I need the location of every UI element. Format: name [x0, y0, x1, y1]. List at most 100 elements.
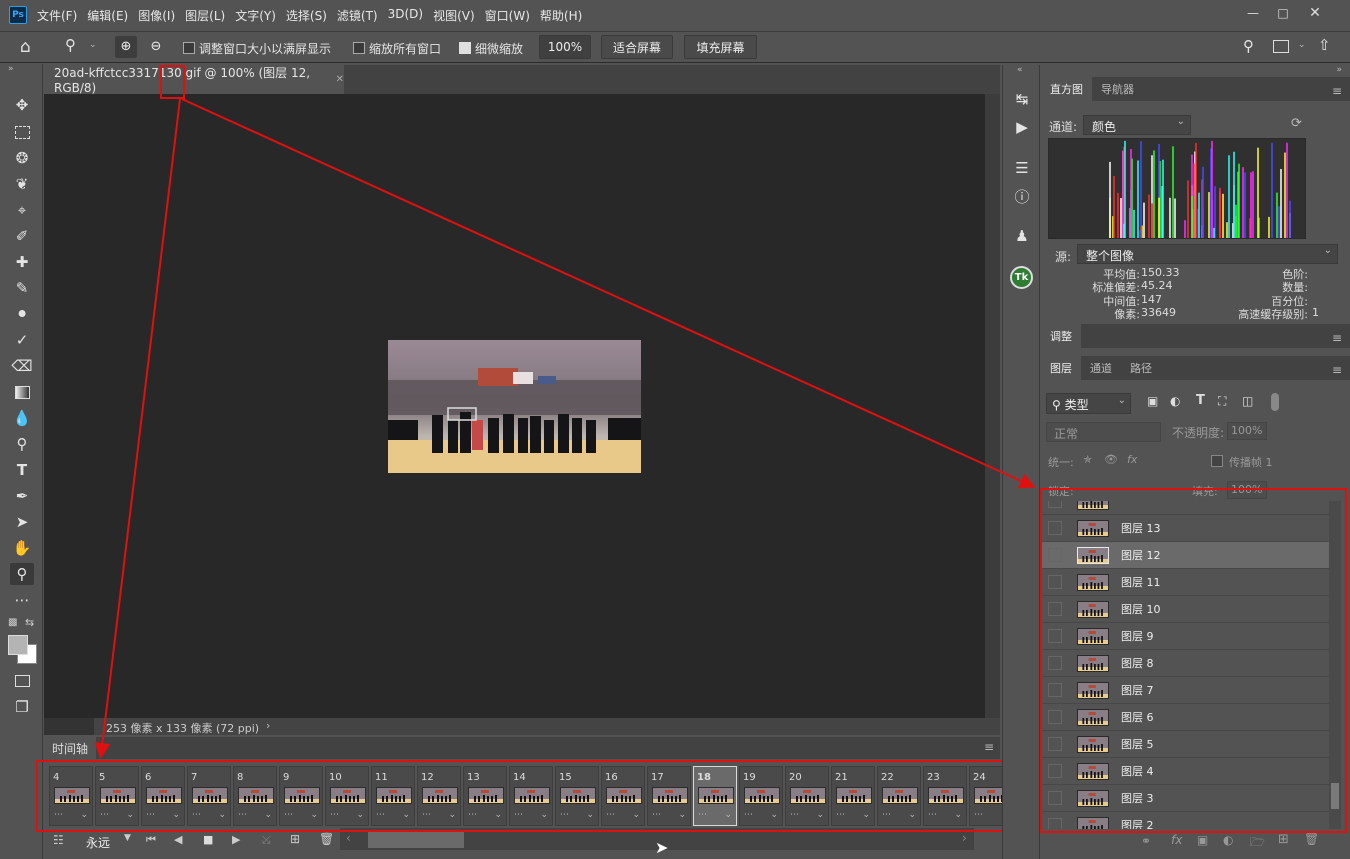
collapse-icon[interactable]: » [1336, 65, 1342, 75]
tab-paths[interactable]: 路径 [1121, 356, 1161, 380]
menu-item[interactable]: 帮助(H) [540, 7, 582, 24]
menu-item[interactable]: 图像(I) [138, 7, 175, 24]
chevron-right-icon[interactable]: › [962, 831, 967, 845]
chevron-left-icon[interactable]: ‹ [346, 831, 351, 845]
link-layers-icon[interactable]: ⚭ [1141, 834, 1151, 848]
next-frame-icon[interactable]: ▶ [232, 833, 240, 846]
quick-mask-icon[interactable] [10, 670, 34, 692]
document-tab[interactable]: 20ad-kffctcc3317130.gif @ 100% (图层 12, R… [44, 65, 344, 95]
menu-item[interactable]: 文件(F) [37, 7, 77, 24]
zoom-value-field[interactable]: 100% [539, 35, 591, 59]
plugin-tk-icon[interactable]: Tk [1010, 266, 1033, 289]
duplicate-frame-icon[interactable]: ⊞ [290, 832, 300, 846]
unify-visibility-icon[interactable]: 👁 [1104, 453, 1118, 466]
brush-tool-icon[interactable]: ✎ [10, 277, 34, 299]
tab-layers[interactable]: 图层 [1041, 356, 1081, 380]
history-brush-tool-icon[interactable]: ✓ [10, 329, 34, 351]
pen-tool-icon[interactable]: ✒ [10, 485, 34, 507]
previous-frame-icon[interactable]: ◀ [174, 833, 182, 846]
lasso-tool-icon[interactable]: ❂ [10, 147, 34, 169]
foreground-color-swatch[interactable] [8, 635, 28, 655]
hand-tool-icon[interactable]: ✋ [10, 537, 34, 559]
panel-menu-icon[interactable]: ≡ [1332, 363, 1342, 377]
maximize-button[interactable]: □ [1268, 2, 1298, 24]
resize-windows-checkbox[interactable] [183, 42, 195, 54]
panel-menu-icon[interactable]: ≡ [1332, 84, 1342, 98]
zoom-in-icon[interactable]: ⊕ [115, 36, 137, 58]
fill-screen-button[interactable]: 填充屏幕 [684, 35, 757, 59]
scroll-thumb[interactable] [368, 830, 464, 848]
unify-position-icon[interactable]: ✯ [1083, 453, 1092, 466]
type-tool-icon[interactable]: T [10, 459, 34, 481]
smart-object-filter-icon[interactable]: ◫ [1242, 394, 1253, 408]
timeline-tab[interactable]: 时间轴 [44, 737, 96, 759]
healing-brush-tool-icon[interactable]: ✚ [10, 251, 34, 273]
tab-channels[interactable]: 通道 [1081, 356, 1121, 380]
type-filter-icon[interactable]: T [1196, 393, 1205, 408]
adjustment-layer-icon[interactable]: ◐ [1223, 833, 1233, 847]
vertical-scrollbar[interactable] [985, 94, 1000, 718]
panel-menu-icon[interactable]: ≡ [1332, 331, 1342, 345]
adjustment-filter-icon[interactable]: ◐ [1170, 394, 1180, 408]
adjustments-icon[interactable]: ☰ [1010, 157, 1034, 179]
pixel-filter-icon[interactable]: ▣ [1147, 394, 1158, 408]
new-group-icon[interactable]: 🗁 [1250, 833, 1265, 854]
blur-tool-icon[interactable]: 💧 [10, 407, 34, 429]
zoom-tool-preset-icon[interactable]: ⚲ [65, 36, 76, 54]
menu-item[interactable]: 文字(Y) [235, 7, 276, 24]
screen-mode-icon[interactable]: ❐ [10, 696, 34, 718]
source-select[interactable]: 整个图像 ⌄ [1077, 244, 1338, 264]
menu-item[interactable]: 图层(L) [185, 7, 225, 24]
eraser-tool-icon[interactable]: ⌫ [10, 355, 34, 377]
minimize-button[interactable]: — [1238, 2, 1268, 24]
search-icon[interactable]: ⚲ [1243, 37, 1254, 55]
history-icon[interactable]: ↹ [1010, 88, 1034, 110]
blend-mode-select[interactable]: 正常 [1046, 422, 1161, 442]
close-tab-icon[interactable]: ✕ [336, 74, 344, 85]
collapse-icon[interactable]: » [8, 64, 14, 74]
layer-style-icon[interactable]: fx [1171, 833, 1182, 847]
unify-style-icon[interactable]: fx [1127, 453, 1137, 466]
collapse-icon[interactable]: « [1017, 65, 1023, 75]
refresh-icon[interactable]: ⟳ [1291, 116, 1302, 131]
propagate-checkbox[interactable] [1211, 455, 1223, 467]
menu-item[interactable]: 3D(D) [388, 7, 423, 24]
crop-tool-icon[interactable]: ⌖ [10, 199, 34, 221]
add-mask-icon[interactable]: ▣ [1197, 833, 1208, 847]
share-icon[interactable]: ⇧ [1318, 36, 1331, 54]
path-selection-tool-icon[interactable]: ➤ [10, 511, 34, 533]
info-icon[interactable]: ⓘ [1010, 185, 1034, 207]
delete-layer-icon[interactable]: 🗑 [1304, 832, 1319, 846]
dodge-tool-icon[interactable]: ⚲ [10, 433, 34, 455]
tab-navigator[interactable]: 导航器 [1092, 77, 1143, 101]
gradient-tool-icon[interactable] [10, 381, 34, 403]
actions-play-icon[interactable]: ▶ [1010, 116, 1034, 138]
loop-select[interactable]: 永远 [86, 834, 110, 851]
swap-colors-icon[interactable]: ⇆ [25, 616, 34, 629]
close-button[interactable]: ✕ [1300, 2, 1330, 24]
move-tool-icon[interactable]: ✥ [10, 94, 34, 116]
fit-screen-button[interactable]: 适合屏幕 [601, 35, 673, 59]
clone-stamp-tool-icon[interactable]: ⚫ [10, 303, 34, 325]
default-colors-icon[interactable]: ▩ [8, 617, 17, 628]
chevron-down-icon[interactable]: ⌄ [89, 40, 97, 50]
menu-item[interactable]: 编辑(E) [87, 7, 128, 24]
zoom-level-field[interactable] [44, 718, 94, 735]
stop-icon[interactable]: ■ [203, 833, 213, 846]
chevron-down-icon[interactable]: ▼ [124, 833, 131, 843]
layer-filter-select[interactable]: ⚲ 类型 ⌄ [1046, 393, 1131, 414]
workspace-icon[interactable] [1273, 40, 1289, 53]
zoom-tool-icon[interactable]: ⚲ [10, 563, 34, 585]
first-frame-icon[interactable]: ⏮ [146, 833, 156, 847]
menu-item[interactable]: 窗口(W) [485, 7, 530, 24]
menu-item[interactable]: 滤镜(T) [337, 7, 378, 24]
eyedropper-tool-icon[interactable]: ✐ [10, 225, 34, 247]
marquee-tool-icon[interactable] [10, 121, 34, 143]
convert-timeline-icon[interactable]: ☷ [53, 833, 64, 847]
tab-histogram[interactable]: 直方图 [1041, 77, 1092, 101]
quick-selection-tool-icon[interactable]: ❦ [10, 173, 34, 195]
chevron-down-icon[interactable]: ⌄ [1298, 40, 1306, 50]
tab-adjustments[interactable]: 调整 [1041, 324, 1081, 348]
clone-source-icon[interactable]: ♟ [1010, 225, 1034, 247]
chevron-right-icon[interactable]: › [266, 719, 270, 732]
